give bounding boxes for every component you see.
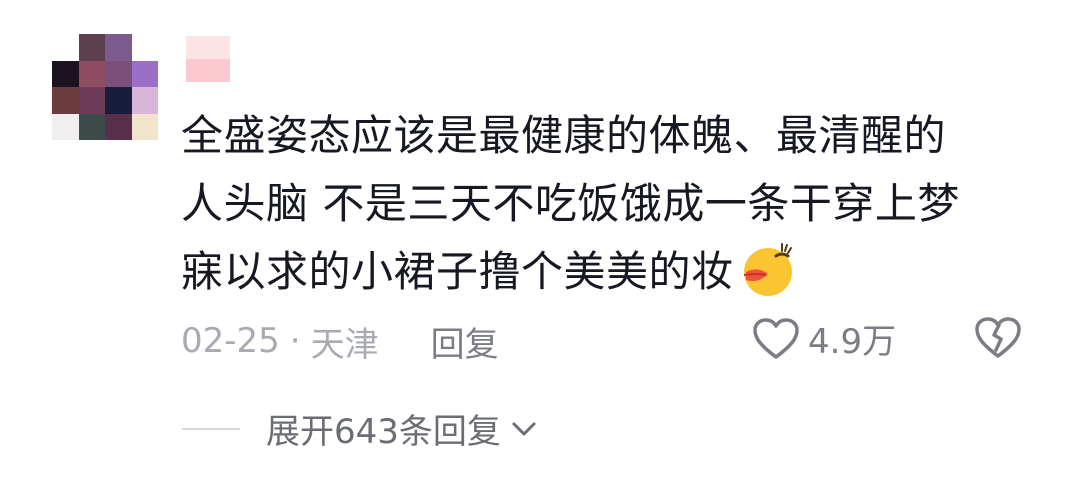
duck-lips-emoji: [743, 243, 792, 296]
comment-line-1: 全盛姿态应该是最健康的体魄、最清醒的: [181, 111, 947, 160]
comment-text: 全盛姿态应该是最健康的体魄、最清醒的 人头脑 不是三天不吃饭饿成一条干穿上梦 寐…: [181, 102, 1011, 306]
like-count: 4.9万: [808, 322, 897, 362]
comment-line-2: 人头脑 不是三天不吃饭饿成一条干穿上梦: [181, 179, 960, 228]
reply-button[interactable]: 回复: [431, 317, 499, 366]
like-button[interactable]: 4.9万: [752, 314, 896, 363]
expand-replies-button[interactable]: 展开643条回复: [182, 404, 537, 453]
broken-heart-icon[interactable]: [974, 316, 1022, 360]
divider: [182, 427, 240, 430]
comment-line-3: 寐以求的小裙子撸个美美的妆: [181, 247, 734, 296]
comment-date: 02-25: [181, 321, 280, 361]
chevron-down-icon: [512, 422, 536, 435]
comment-meta: 02-25 · 天津 回复: [181, 317, 499, 366]
meta-separator: ·: [289, 321, 301, 361]
avatar[interactable]: [52, 34, 158, 140]
expand-replies-label: 展开643条回复: [266, 412, 501, 452]
comment-location: 天津: [310, 324, 379, 365]
heart-outline-icon: [753, 317, 799, 359]
username-placeholder[interactable]: [186, 36, 230, 82]
